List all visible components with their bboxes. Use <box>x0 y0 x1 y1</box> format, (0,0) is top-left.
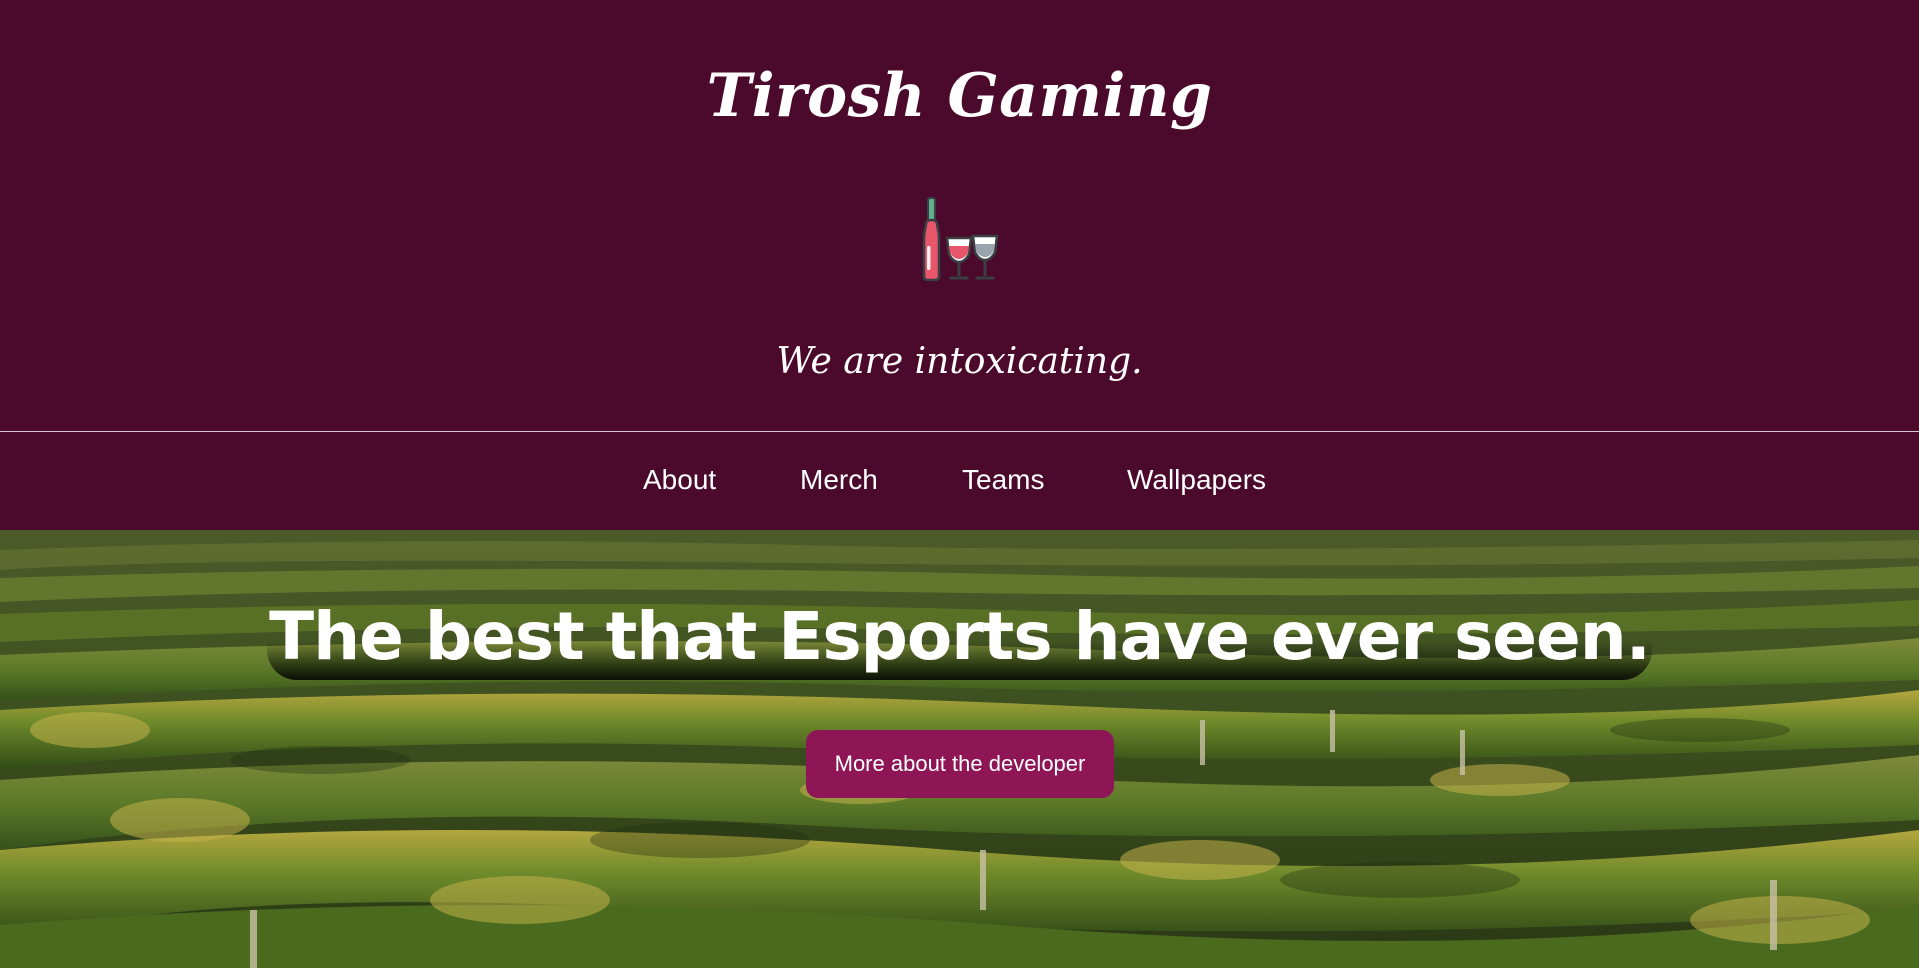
site-title: Tirosh Gaming <box>706 61 1213 131</box>
nav-link-merch[interactable]: Merch <box>800 462 878 498</box>
wine-bottle-and-glasses-icon <box>917 196 1003 282</box>
nav-link-teams[interactable]: Teams <box>962 462 1044 498</box>
more-about-developer-button[interactable]: More about the developer <box>806 730 1114 798</box>
tagline: We are intoxicating. <box>776 341 1143 382</box>
hero-headline: The best that Esports have ever seen. <box>0 594 1919 680</box>
hero-headline-text: The best that Esports have ever seen. <box>267 594 1652 680</box>
hero-section: The best that Esports have ever seen. Mo… <box>0 530 1919 968</box>
nav-link-wallpapers[interactable]: Wallpapers <box>1127 462 1266 498</box>
nav-link-about[interactable]: About <box>643 462 716 498</box>
main-nav: About Merch Teams Wallpapers <box>0 432 1919 530</box>
site-header: Tirosh Gaming We are intoxicating. <box>0 0 1919 431</box>
